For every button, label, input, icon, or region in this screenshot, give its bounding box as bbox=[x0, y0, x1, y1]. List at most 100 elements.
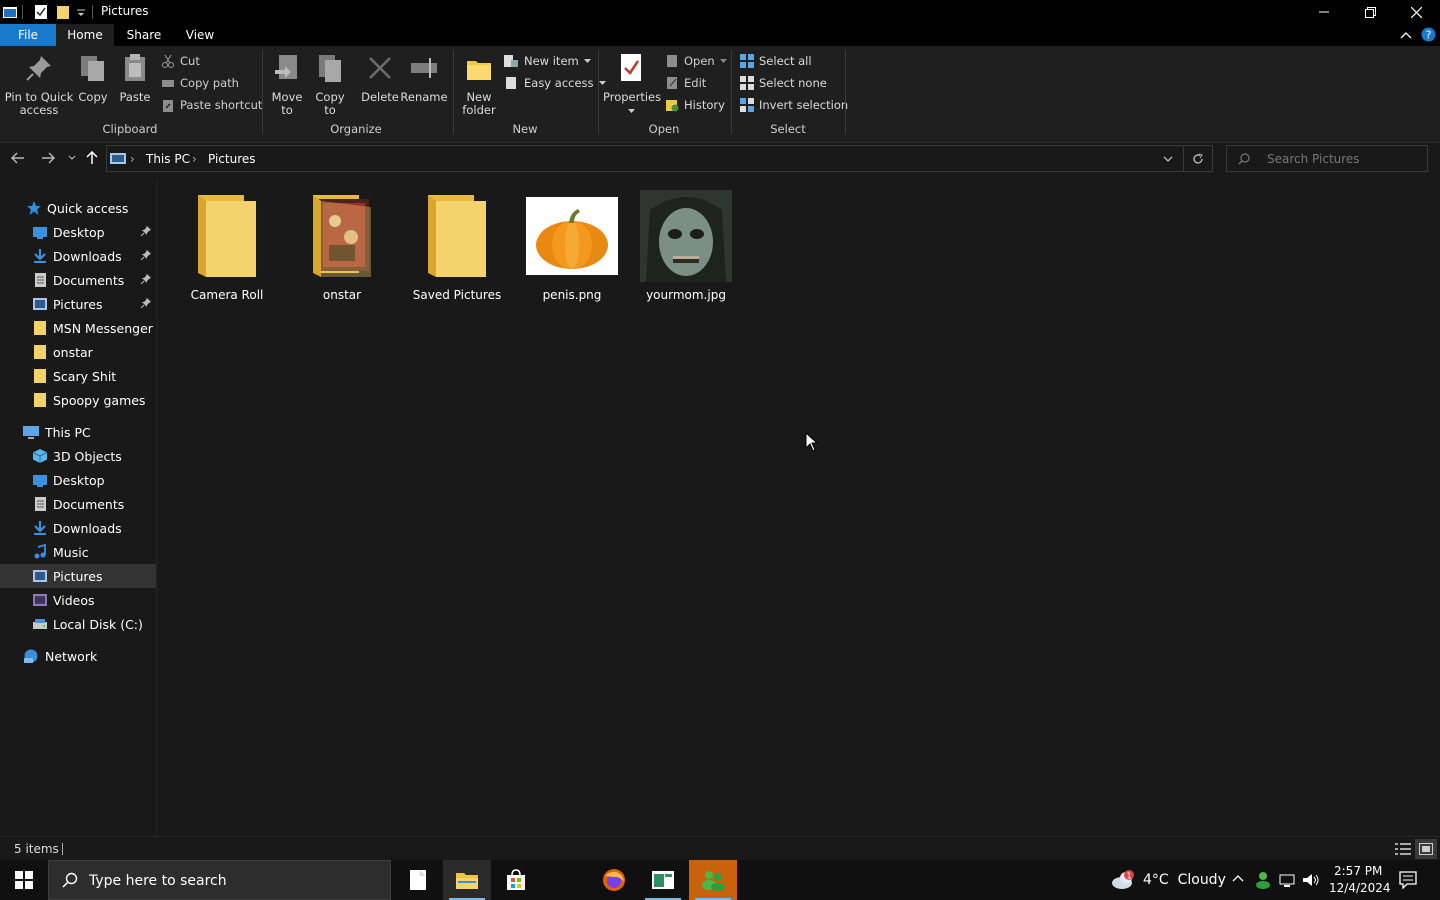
select-none-button[interactable]: Select none bbox=[740, 73, 827, 93]
file-item-onstar[interactable]: onstar bbox=[288, 188, 396, 302]
open-button[interactable]: Open bbox=[665, 51, 727, 71]
taskbar-messenger[interactable] bbox=[689, 860, 737, 900]
invert-selection-button[interactable]: Invert selection bbox=[740, 95, 848, 115]
cloud-weather-icon[interactable]: 1 bbox=[1110, 869, 1138, 891]
copy-label: Copy bbox=[78, 90, 108, 104]
paste-button[interactable]: Paste bbox=[116, 52, 154, 104]
nav-pc-pictures[interactable]: Pictures bbox=[0, 564, 156, 588]
nav-label: Quick access bbox=[47, 200, 129, 216]
open-icon bbox=[667, 55, 677, 67]
forward-arrow-icon[interactable] bbox=[41, 152, 55, 164]
start-button[interactable] bbox=[0, 860, 48, 900]
nav-quick-pictures[interactable]: Pictures bbox=[0, 292, 156, 316]
clock-time[interactable]: 2:57 PM bbox=[1334, 864, 1382, 878]
copy-button[interactable]: Copy bbox=[76, 52, 110, 104]
nav-quick-spoopy-games[interactable]: Spoopy games bbox=[0, 388, 156, 412]
taskbar-store[interactable] bbox=[492, 860, 540, 900]
nav-pc-videos[interactable]: Videos bbox=[0, 588, 156, 612]
paste-shortcut-button[interactable]: Paste shortcut bbox=[161, 95, 262, 115]
nav-network[interactable]: Network bbox=[0, 644, 156, 668]
rename-button[interactable]: Rename bbox=[400, 52, 448, 104]
nav-pc-documents[interactable]: Documents bbox=[0, 492, 156, 516]
move-to-button[interactable]: Move to bbox=[268, 52, 306, 117]
nav-quick-access[interactable]: Quick access bbox=[0, 196, 156, 220]
ribbon-tabs: File Home Share View ? bbox=[0, 24, 1440, 46]
taskbar-notepad[interactable] bbox=[394, 860, 442, 900]
tab-file[interactable]: File bbox=[0, 24, 56, 46]
nav-quick-msn-messenger[interactable]: MSN Messenger bbox=[0, 316, 156, 340]
new-folder-quick-icon[interactable] bbox=[56, 4, 70, 20]
large-icons-view-button[interactable] bbox=[1415, 839, 1437, 859]
nav-label: Desktop bbox=[53, 472, 105, 488]
tab-home[interactable]: Home bbox=[56, 24, 114, 46]
select-all-button[interactable]: Select all bbox=[740, 51, 812, 71]
collapse-ribbon-icon[interactable] bbox=[1400, 30, 1412, 40]
up-arrow-icon[interactable] bbox=[86, 151, 98, 165]
tab-share[interactable]: Share bbox=[120, 24, 168, 46]
pinned-icon[interactable] bbox=[140, 249, 152, 261]
history-button[interactable]: History bbox=[665, 95, 725, 115]
nav-this-pc[interactable]: This PC bbox=[0, 420, 156, 444]
nav-quick-downloads[interactable]: Downloads bbox=[0, 244, 156, 268]
new-folder-button[interactable]: New folder bbox=[458, 52, 500, 117]
documents-icon bbox=[35, 497, 46, 511]
properties-button[interactable]: Properties bbox=[603, 52, 661, 117]
file-item-saved-pictures[interactable]: Saved Pictures bbox=[403, 188, 511, 302]
nav-quick-onstar[interactable]: onstar bbox=[0, 340, 156, 364]
cut-button[interactable]: Cut bbox=[161, 51, 200, 71]
notifications-icon[interactable] bbox=[1399, 871, 1417, 889]
nav-quick-documents[interactable]: Documents bbox=[0, 268, 156, 292]
taskbar-firefox[interactable] bbox=[590, 860, 638, 900]
file-item-camera-roll[interactable]: Camera Roll bbox=[173, 188, 281, 302]
store-icon bbox=[507, 869, 525, 890]
new-item-button[interactable]: New item bbox=[503, 51, 591, 71]
delete-button[interactable]: Delete bbox=[358, 52, 402, 104]
customize-quick-access-icon[interactable] bbox=[76, 4, 86, 20]
nav-pc-desktop[interactable]: Desktop bbox=[0, 468, 156, 492]
address-history-chevron-icon[interactable] bbox=[1163, 156, 1173, 163]
pinned-icon[interactable] bbox=[140, 297, 152, 309]
dropdown-arrow-icon bbox=[719, 58, 727, 63]
details-view-icon[interactable] bbox=[1395, 842, 1411, 856]
show-hidden-icons-chevron-icon[interactable] bbox=[1232, 874, 1244, 882]
file-item-yourmom-jpg[interactable]: yourmom.jpg bbox=[632, 188, 740, 302]
breadcrumb-this-pc[interactable]: This PC bbox=[146, 152, 190, 166]
refresh-icon[interactable] bbox=[1192, 153, 1204, 165]
tab-view[interactable]: View bbox=[176, 24, 224, 46]
search-box[interactable]: Search Pictures bbox=[1226, 145, 1428, 172]
minimize-button[interactable] bbox=[1301, 0, 1347, 24]
file-item-penis-png[interactable]: penis.png bbox=[518, 188, 626, 302]
network-tray-icon[interactable] bbox=[1279, 872, 1297, 888]
pin-to-quick-access-button[interactable]: Pin to Quick access bbox=[4, 52, 74, 117]
messenger-tray-icon[interactable] bbox=[1255, 871, 1271, 889]
taskbar-app-window[interactable] bbox=[639, 860, 687, 900]
copy-path-button[interactable]: Copy path bbox=[161, 73, 239, 93]
weather-text[interactable]: 4°C Cloudy bbox=[1143, 872, 1226, 888]
nav-quick-desktop[interactable]: Desktop bbox=[0, 220, 156, 244]
taskbar-file-explorer[interactable] bbox=[443, 860, 491, 900]
nav-quick-scary-shit[interactable]: Scary Shit bbox=[0, 364, 156, 388]
restore-button[interactable] bbox=[1347, 0, 1393, 24]
pumpkin-image-thumbnail bbox=[526, 197, 618, 275]
volume-icon[interactable] bbox=[1302, 872, 1320, 888]
taskbar-search-placeholder: Type here to search bbox=[89, 873, 227, 889]
recent-locations-chevron-icon[interactable] bbox=[68, 155, 76, 161]
back-arrow-icon[interactable] bbox=[11, 152, 25, 164]
nav-pc-local-disk-c[interactable]: Local Disk (C:) bbox=[0, 612, 156, 636]
edit-button[interactable]: Edit bbox=[665, 73, 706, 93]
close-button[interactable] bbox=[1393, 0, 1439, 24]
address-bar[interactable]: › This PC › Pictures bbox=[106, 145, 1213, 172]
copy-to-button[interactable]: Copy to bbox=[311, 52, 349, 117]
nav-pc-music[interactable]: Music bbox=[0, 540, 156, 564]
nav-pc-downloads[interactable]: Downloads bbox=[0, 516, 156, 540]
breadcrumb-pictures[interactable]: Pictures bbox=[208, 152, 256, 166]
easy-access-button[interactable]: Easy access bbox=[503, 73, 606, 93]
pinned-icon[interactable] bbox=[140, 273, 152, 285]
explorer-app-icon[interactable] bbox=[2, 4, 18, 20]
taskbar-search[interactable]: Type here to search bbox=[48, 860, 391, 900]
clock-date[interactable]: 12/4/2024 bbox=[1329, 881, 1391, 895]
properties-quick-icon[interactable] bbox=[34, 4, 48, 20]
help-icon[interactable]: ? bbox=[1421, 27, 1436, 42]
nav-pc-3d-objects[interactable]: 3D Objects bbox=[0, 444, 156, 468]
pinned-icon[interactable] bbox=[140, 225, 152, 237]
